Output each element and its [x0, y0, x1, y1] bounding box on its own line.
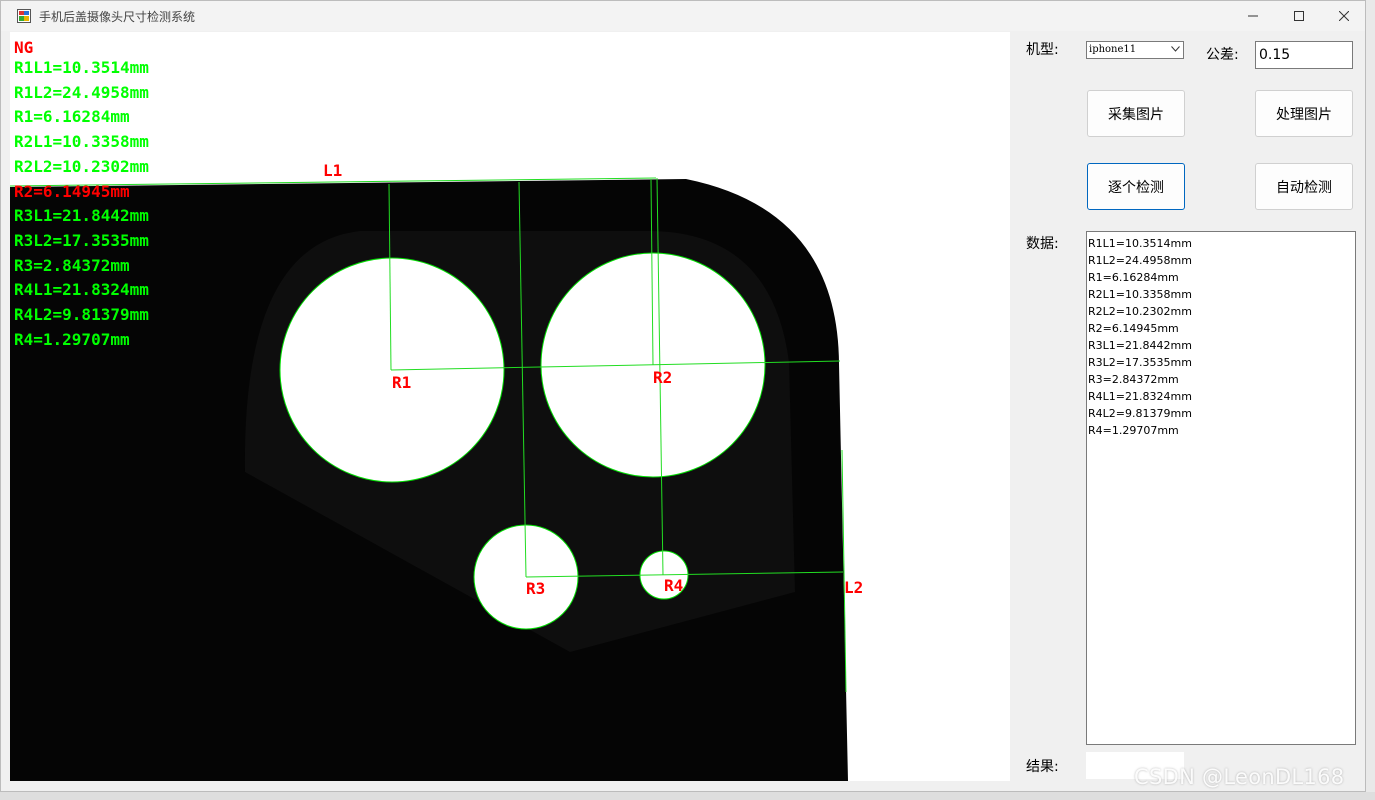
label-r3: R3 [526, 579, 546, 598]
overlay-measurement: R3L2=17.3535mm [14, 230, 149, 250]
model-label: 机型: [1026, 42, 1059, 58]
background-window-strip [0, 792, 1375, 800]
list-item[interactable]: R2L1=10.3358mm [1088, 286, 1354, 303]
list-item[interactable]: R3L2=17.3535mm [1088, 354, 1354, 371]
main-window: 手机后盖摄像头尺寸检测系统 NG R1L1=10.3514mm R1L2=24.… [0, 0, 1366, 792]
list-item[interactable]: R3L1=21.8442mm [1088, 337, 1354, 354]
overlay-measurement: R4=1.29707mm [14, 329, 130, 349]
minimize-icon [1248, 15, 1258, 17]
tolerance-input[interactable]: 0.15 [1255, 41, 1353, 69]
overlay-measurement: R4L1=21.8324mm [14, 280, 149, 300]
overlay-measurement: R2L1=10.3358mm [14, 132, 149, 152]
step-detect-button[interactable]: 逐个检测 [1087, 163, 1185, 210]
overlay-measurement: R1L1=10.3514mm [14, 58, 149, 77]
label-l2: L2 [844, 578, 864, 597]
label-r4: R4 [664, 576, 684, 595]
image-viewer[interactable]: NG R1L1=10.3514mm R1L2=24.4958mm R1=6.1628… [10, 32, 1010, 781]
minimize-button[interactable] [1230, 1, 1276, 31]
label-r2: R2 [653, 368, 673, 387]
overlay-measurement: R1=6.16284mm [14, 107, 130, 127]
list-item[interactable]: R1L1=10.3514mm [1088, 235, 1354, 252]
process-image-button[interactable]: 处理图片 [1255, 90, 1353, 137]
inspection-image [10, 177, 848, 781]
list-item[interactable]: R4L1=21.8324mm [1088, 388, 1354, 405]
close-icon [1339, 11, 1349, 21]
list-item[interactable]: R1=6.16284mm [1088, 269, 1354, 286]
data-label: 数据: [1026, 236, 1059, 252]
close-button[interactable] [1321, 1, 1367, 31]
app-window-icon [17, 9, 31, 23]
overlay-measurement: R2=6.14945mm [14, 181, 130, 201]
watermark: CSDN @LeonDL168 [1134, 765, 1345, 789]
capture-image-button[interactable]: 采集图片 [1087, 90, 1185, 137]
list-item[interactable]: R2L2=10.2302mm [1088, 303, 1354, 320]
ng-status: NG [14, 38, 34, 57]
model-select[interactable]: iphone11 [1086, 41, 1184, 59]
maximize-icon [1294, 11, 1304, 21]
maximize-button[interactable] [1276, 1, 1322, 31]
overlay-measurement: R4L2=9.81379mm [14, 305, 149, 324]
model-select-value: iphone11 [1089, 44, 1137, 55]
chevron-down-icon [1171, 46, 1180, 52]
window-title: 手机后盖摄像头尺寸检测系统 [39, 10, 196, 24]
list-item[interactable]: R1L2=24.4958mm [1088, 252, 1354, 269]
overlay-measurement: R3L1=21.8442mm [14, 206, 149, 226]
list-item[interactable]: R4=1.29707mm [1088, 422, 1354, 439]
list-item[interactable]: R2=6.14945mm [1088, 320, 1354, 337]
auto-detect-button[interactable]: 自动检测 [1255, 163, 1353, 210]
list-item[interactable]: R3=2.84372mm [1088, 371, 1354, 388]
overlay-measurement: R2L2=10.2302mm [14, 156, 149, 176]
data-listbox[interactable]: R1L1=10.3514mm R1L2=24.4958mm R1=6.16284mm… [1086, 231, 1356, 745]
overlay-measurement: R1L2=24.4958mm [14, 82, 149, 102]
label-r1: R1 [392, 373, 412, 392]
result-label: 结果: [1026, 759, 1059, 775]
tolerance-label: 公差: [1206, 47, 1239, 63]
title-bar[interactable]: 手机后盖摄像头尺寸检测系统 [1, 1, 1365, 31]
label-l1: L1 [323, 161, 343, 180]
list-item[interactable]: R4L2=9.81379mm [1088, 405, 1354, 422]
overlay-measurement: R3=2.84372mm [14, 255, 130, 275]
